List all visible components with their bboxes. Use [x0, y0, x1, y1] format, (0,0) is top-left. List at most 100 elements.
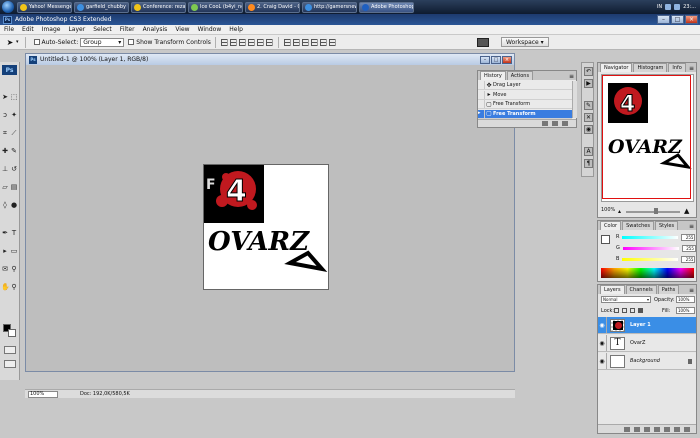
zoom-slider-thumb[interactable]: [654, 208, 658, 214]
healing-brush-icon[interactable]: ✚: [1, 147, 9, 155]
distribute-top-icon[interactable]: [283, 38, 291, 46]
canvas[interactable]: F 4 OVARZ: [203, 164, 329, 290]
new-group-icon[interactable]: [664, 426, 670, 432]
quick-mask-icon[interactable]: [4, 346, 16, 354]
color-tab-styles[interactable]: Styles: [654, 221, 679, 230]
layer-row[interactable]: ◉ Layer 1: [598, 317, 696, 334]
actions-panel-icon[interactable]: ▶: [584, 79, 593, 88]
taskbar-item[interactable]: Yahoo! Messenger: [17, 1, 72, 13]
clone-source-icon[interactable]: ◉: [584, 125, 593, 134]
menu-window[interactable]: Window: [194, 26, 226, 33]
layers-tab-channels[interactable]: Channels: [625, 285, 657, 294]
lock-pixels-icon[interactable]: [622, 308, 627, 313]
zoom-out-icon[interactable]: ▴: [618, 208, 621, 215]
color-foreground-swatch[interactable]: [601, 235, 610, 244]
taskbar-item[interactable]: garfield_chubby: [74, 1, 129, 13]
layer-row[interactable]: ◉ T OvarZ: [598, 335, 696, 352]
distribute-hcenter-icon[interactable]: [319, 38, 327, 46]
pen-tool-icon[interactable]: ✒: [1, 229, 9, 237]
history-tab-history[interactable]: History: [480, 71, 506, 80]
navigator-tab-navigator[interactable]: Navigator: [600, 63, 633, 72]
history-brush-icon[interactable]: ↺: [10, 165, 18, 173]
doc-close-button[interactable]: ×: [502, 55, 512, 64]
shape-tool-icon[interactable]: ▭: [10, 247, 18, 255]
panel-menu-icon[interactable]: ≡: [689, 65, 696, 72]
channel-value-field[interactable]: 255: [681, 244, 696, 252]
layers-tab-paths[interactable]: Paths: [657, 285, 680, 294]
menu-image[interactable]: Image: [38, 26, 65, 33]
notes-tool-icon[interactable]: ✉: [1, 265, 9, 273]
history-state[interactable]: ✥ Drag Layer: [478, 81, 572, 90]
color-tab-color[interactable]: Color: [600, 221, 622, 230]
color-spectrum[interactable]: [601, 268, 694, 278]
language-indicator[interactable]: IN: [657, 4, 662, 10]
history-panel-icon[interactable]: ↶: [584, 67, 593, 76]
align-left-icon[interactable]: [247, 38, 255, 46]
window-titlebar[interactable]: Ps Adobe Photoshop CS3 Extended – □ ×: [0, 14, 700, 25]
eye-icon[interactable]: ◉: [598, 335, 607, 351]
clone-stamp-icon[interactable]: ⊥: [1, 165, 9, 173]
paragraph-panel-icon[interactable]: ¶: [584, 159, 593, 168]
doc-minimize-button[interactable]: –: [480, 55, 490, 64]
navigator-tab-histogram[interactable]: Histogram: [633, 63, 668, 72]
menu-file[interactable]: File: [0, 26, 18, 33]
fill-field[interactable]: 100%: [676, 307, 695, 314]
doc-maximize-button[interactable]: □: [491, 55, 501, 64]
marquee-tool-icon[interactable]: ⬚: [10, 93, 18, 101]
layer-style-icon[interactable]: [634, 426, 640, 432]
channel-slider[interactable]: [622, 246, 679, 250]
opacity-field[interactable]: 100%: [676, 296, 695, 303]
type-tool-icon[interactable]: T: [10, 229, 18, 237]
auto-select-checkbox[interactable]: [33, 39, 40, 45]
layer-name[interactable]: Background: [630, 358, 660, 364]
distribute-left-icon[interactable]: [310, 38, 318, 46]
history-state[interactable]: ▸ Move: [478, 90, 572, 100]
channel-value-field[interactable]: 255: [681, 255, 696, 263]
align-vcenter-icon[interactable]: [229, 38, 237, 46]
navigator-view-box[interactable]: [602, 75, 691, 199]
history-brush-source-toggle[interactable]: [478, 100, 485, 108]
new-layer-icon[interactable]: [674, 426, 680, 432]
brushes-panel-icon[interactable]: ✎: [584, 101, 593, 110]
menu-analysis[interactable]: Analysis: [139, 26, 172, 33]
layer-name[interactable]: Layer 1: [630, 322, 651, 328]
history-tab-actions[interactable]: Actions: [506, 71, 534, 80]
doc-size[interactable]: Doc: 192,0K/580,5K: [80, 391, 130, 397]
brush-tool-icon[interactable]: ✎: [10, 147, 18, 155]
zoom-tool-icon[interactable]: ⚲: [10, 283, 18, 291]
history-state[interactable]: ▸ ▢ Free Transform: [478, 109, 572, 119]
trash-icon[interactable]: [562, 121, 568, 126]
show-transform-checkbox[interactable]: [128, 39, 135, 45]
zoom-field[interactable]: 100%: [28, 390, 58, 398]
distribute-vcenter-icon[interactable]: [292, 38, 300, 46]
character-panel-icon[interactable]: A: [584, 147, 593, 156]
distribute-right-icon[interactable]: [328, 38, 336, 46]
navigator-tab-info[interactable]: Info: [668, 63, 686, 72]
trash-icon[interactable]: [684, 426, 690, 432]
distribute-bottom-icon[interactable]: [301, 38, 309, 46]
taskbar-item[interactable]: Conference: rezapr...: [131, 1, 186, 13]
tool-presets-icon[interactable]: ✕: [584, 113, 593, 122]
panel-menu-icon[interactable]: ≡: [689, 223, 696, 230]
eye-icon[interactable]: ◉: [598, 317, 607, 333]
channel-value-field[interactable]: 255: [681, 233, 696, 241]
history-brush-source-toggle[interactable]: [478, 90, 485, 99]
taskbar-item[interactable]: http://gamersnews.i...: [302, 1, 357, 13]
new-document-from-state-icon[interactable]: [542, 121, 548, 126]
layer-row[interactable]: ◉ Background: [598, 353, 696, 370]
taskbar-item[interactable]: 2. Craig David - Cra...: [245, 1, 300, 13]
taskbar-item[interactable]: Ice CooL (b4yi_ngu...: [188, 1, 243, 13]
close-button[interactable]: ×: [685, 15, 698, 24]
eyedropper-icon[interactable]: ⚲: [10, 265, 18, 273]
menu-filter[interactable]: Filter: [116, 26, 139, 33]
navigator-zoom[interactable]: 100%: [601, 207, 615, 213]
hand-tool-icon[interactable]: ✋: [1, 283, 10, 291]
align-hcenter-icon[interactable]: [256, 38, 264, 46]
lock-transparency-icon[interactable]: [614, 308, 619, 313]
network-icon[interactable]: [665, 4, 672, 10]
menu-edit[interactable]: Edit: [18, 26, 38, 33]
eraser-tool-icon[interactable]: ▱: [1, 183, 9, 191]
crop-tool-icon[interactable]: ⌗: [1, 129, 9, 137]
align-right-icon[interactable]: [265, 38, 273, 46]
zoom-in-icon[interactable]: ▲: [684, 207, 689, 215]
